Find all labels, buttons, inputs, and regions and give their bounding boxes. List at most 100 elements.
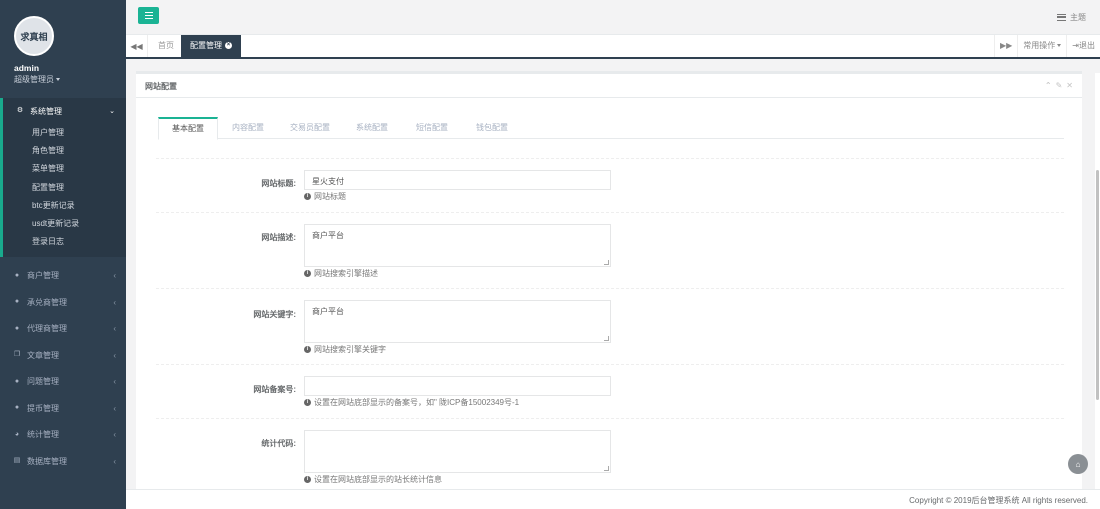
field-label: 网站关键字: bbox=[253, 310, 296, 319]
field-label: 网站描述: bbox=[261, 233, 296, 242]
nav-item-label: 问题管理 bbox=[27, 377, 59, 387]
nav-item-agent[interactable]: ● 代理商管理 ‹ bbox=[0, 315, 126, 342]
common-ops-label: 常用操作 bbox=[1023, 41, 1056, 50]
divider bbox=[156, 288, 1064, 289]
menu-toggle-button[interactable] bbox=[138, 7, 159, 24]
home-button[interactable]: ⌂ bbox=[1068, 454, 1088, 474]
chevron-down-icon: ⌄ bbox=[109, 108, 115, 115]
submenu-item[interactable]: 配置管理 bbox=[3, 179, 126, 197]
database-icon: ▤ bbox=[13, 457, 21, 465]
tabs-scroll-left-button[interactable]: ◀◀ bbox=[126, 35, 148, 57]
site-title-input[interactable]: 星火支付 bbox=[304, 170, 611, 190]
nav-item-label: 提币管理 bbox=[27, 403, 59, 413]
theme-button[interactable]: 主题 bbox=[1057, 12, 1086, 23]
chevron-left-icon: ‹ bbox=[113, 297, 116, 307]
tab-label: 首页 bbox=[158, 41, 174, 50]
user-role-label: 超级管理员 bbox=[14, 75, 54, 84]
submenu-item[interactable]: usdt更新记录 bbox=[3, 215, 126, 233]
sidebar: 求真相 admin 超级管理员 ⚙ 系统管理 ⌄ 用户管理 角色管理 菜单管理 … bbox=[0, 0, 126, 509]
comment-icon: ● bbox=[14, 377, 20, 385]
subtab-trader[interactable]: 交易员配置 bbox=[280, 117, 340, 139]
nav-item-acceptor[interactable]: ● 承兑商管理 ‹ bbox=[0, 289, 126, 316]
caret-down-icon bbox=[1057, 44, 1062, 48]
tab-home[interactable]: 首页 bbox=[149, 35, 183, 57]
resize-handle-icon[interactable] bbox=[604, 336, 609, 341]
copy-icon: ❐ bbox=[13, 351, 21, 359]
nav-item-label: 文章管理 bbox=[27, 350, 59, 360]
chevron-left-icon: ‹ bbox=[113, 350, 116, 360]
nav-item-article[interactable]: ❐ 文章管理 ‹ bbox=[0, 342, 126, 369]
gear-icon: ⚙ bbox=[16, 107, 24, 114]
subtab-sms[interactable]: 短信配置 bbox=[402, 117, 462, 139]
scrollbar-thumb[interactable] bbox=[1096, 170, 1099, 400]
chevron-left-icon: ‹ bbox=[113, 324, 116, 334]
nav-item-database[interactable]: ▤ 数据库管理 ‹ bbox=[0, 448, 126, 475]
help-text: i 设置在网站底部显示的站长统计信息 bbox=[304, 474, 442, 485]
subtab-system[interactable]: 系统配置 bbox=[342, 117, 402, 139]
home-icon: ⌂ bbox=[1075, 459, 1081, 469]
nav-item-stats[interactable]: ◕ 统计管理 ‹ bbox=[0, 421, 126, 448]
tab-config[interactable]: 配置管理 × bbox=[181, 35, 241, 57]
help-text: i 设置在网站底部显示的备案号，如" 陇ICP备15002349号-1 bbox=[304, 397, 519, 408]
help-text-label: 网站搜索引擎描述 bbox=[314, 269, 378, 278]
field-value: 商户平台 bbox=[312, 307, 344, 316]
logout-label: 退出 bbox=[1079, 41, 1095, 50]
chevron-left-icon: ‹ bbox=[113, 430, 116, 440]
submenu-item[interactable]: 角色管理 bbox=[3, 142, 126, 160]
user-icon: ● bbox=[14, 324, 20, 332]
wrench-icon[interactable]: ✎ bbox=[1056, 81, 1063, 90]
help-text-label: 网站标题 bbox=[314, 192, 346, 201]
close-icon[interactable]: × bbox=[225, 42, 232, 50]
field-label: 网站标题: bbox=[261, 179, 296, 188]
help-text: i 网站搜索引擎关键字 bbox=[304, 344, 386, 355]
profile: 求真相 admin 超级管理员 bbox=[0, 0, 126, 98]
info-icon: i bbox=[304, 346, 311, 353]
nav-item-label: 代理商管理 bbox=[27, 324, 67, 334]
topbar: 主题 bbox=[126, 0, 1100, 35]
chevron-up-icon[interactable]: ⌃ bbox=[1045, 81, 1052, 90]
theme-label: 主题 bbox=[1070, 13, 1086, 22]
divider bbox=[156, 158, 1064, 159]
nav-group-system: ⚙ 系统管理 ⌄ 用户管理 角色管理 菜单管理 配置管理 btc更新记录 usd… bbox=[0, 98, 126, 258]
icp-number-input[interactable] bbox=[304, 376, 611, 396]
stats-code-textarea[interactable] bbox=[304, 430, 611, 473]
avatar[interactable]: 求真相 bbox=[14, 16, 54, 56]
user-icon: ● bbox=[14, 404, 20, 412]
nav-item-withdraw[interactable]: ● 提币管理 ‹ bbox=[0, 395, 126, 422]
panel-title-text: 网站配置 bbox=[145, 82, 177, 91]
logout-button[interactable]: ⇥退出 bbox=[1066, 35, 1100, 57]
submenu-item[interactable]: 登录日志 bbox=[3, 233, 126, 251]
subtab-basic[interactable]: 基本配置 bbox=[158, 117, 218, 140]
user-role-dropdown[interactable]: 超级管理员 bbox=[14, 74, 126, 85]
main-content: 网站配置 ⌃ ✎ ✕ 基本配置 内容配置 交易员配置 系统配置 短信配置 钱包配… bbox=[126, 59, 1100, 489]
resize-handle-icon[interactable] bbox=[604, 466, 609, 471]
site-keywords-textarea[interactable]: 商户平台 bbox=[304, 300, 611, 343]
help-text-label: 设置在网站底部显示的站长统计信息 bbox=[314, 475, 442, 484]
panel-title: 网站配置 ⌃ ✎ ✕ bbox=[136, 74, 1082, 98]
nav-item-merchant[interactable]: ● 商户管理 ‹ bbox=[0, 262, 126, 289]
submenu-item[interactable]: btc更新记录 bbox=[3, 197, 126, 215]
submenu: 用户管理 角色管理 菜单管理 配置管理 btc更新记录 usdt更新记录 登录日… bbox=[3, 124, 126, 257]
tabs-scroll-right-button[interactable]: ▶▶ bbox=[993, 35, 1017, 57]
resize-handle-icon[interactable] bbox=[604, 260, 609, 265]
nav-item-system[interactable]: ⚙ 系统管理 ⌄ bbox=[3, 98, 126, 124]
site-description-textarea[interactable]: 商户平台 bbox=[304, 224, 611, 267]
forward-icon: ▶▶ bbox=[999, 41, 1013, 50]
page-tabs-bar: ◀◀ 首页 配置管理 × ▶▶ 常用操作 ⇥退出 bbox=[126, 35, 1100, 59]
submenu-item[interactable]: 用户管理 bbox=[3, 124, 126, 142]
footer: Copyright © 2019后台管理系统 All rights reserv… bbox=[126, 489, 1100, 509]
user-name: admin bbox=[14, 63, 40, 73]
user-icon: ● bbox=[14, 271, 20, 279]
close-icon[interactable]: ✕ bbox=[1066, 81, 1073, 90]
submenu-item[interactable]: 菜单管理 bbox=[3, 160, 126, 178]
tab-tools: ▶▶ 常用操作 ⇥退出 bbox=[993, 35, 1100, 57]
field-label: 统计代码: bbox=[261, 439, 296, 448]
chevron-left-icon: ‹ bbox=[113, 271, 116, 281]
subtab-wallet[interactable]: 钱包配置 bbox=[462, 117, 522, 139]
nav-item-label: 统计管理 bbox=[27, 430, 59, 440]
info-icon: i bbox=[304, 476, 311, 483]
common-ops-dropdown[interactable]: 常用操作 bbox=[1017, 35, 1066, 57]
subtab-content[interactable]: 内容配置 bbox=[218, 117, 278, 139]
divider bbox=[156, 364, 1064, 365]
nav-item-question[interactable]: ● 问题管理 ‹ bbox=[0, 368, 126, 395]
